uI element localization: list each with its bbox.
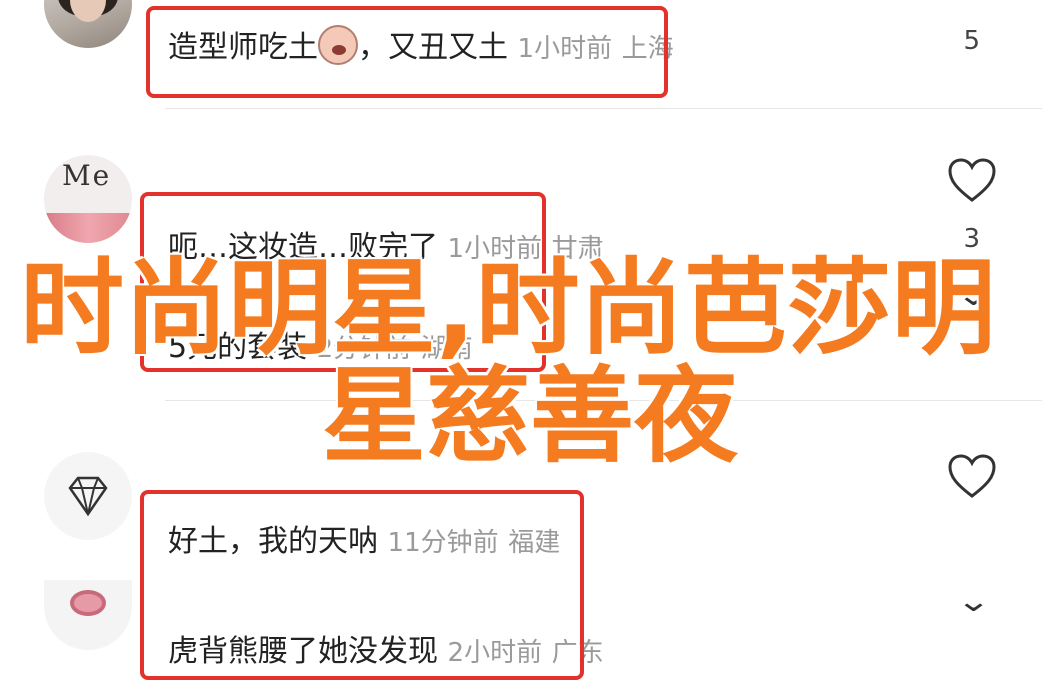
chevron-down-icon[interactable]: ⌄	[956, 584, 991, 619]
highlight-box-1	[146, 6, 668, 98]
avatar-user-4[interactable]	[44, 580, 132, 650]
like-heart-icon[interactable]	[946, 156, 998, 204]
like-heart-icon[interactable]	[946, 452, 998, 500]
avatar-user-2[interactable]: Me	[44, 155, 132, 243]
divider	[165, 108, 1042, 109]
like-count: 5	[963, 26, 980, 56]
avatar-user-1[interactable]	[44, 0, 132, 48]
diamond-icon	[68, 476, 108, 517]
overlay-title-line-2: 星慈善夜	[322, 355, 739, 477]
avatar-user-3[interactable]	[44, 452, 132, 540]
highlight-box-3	[140, 490, 584, 680]
overlay-title-line-1: 时尚明星,时尚芭莎明	[20, 247, 996, 369]
